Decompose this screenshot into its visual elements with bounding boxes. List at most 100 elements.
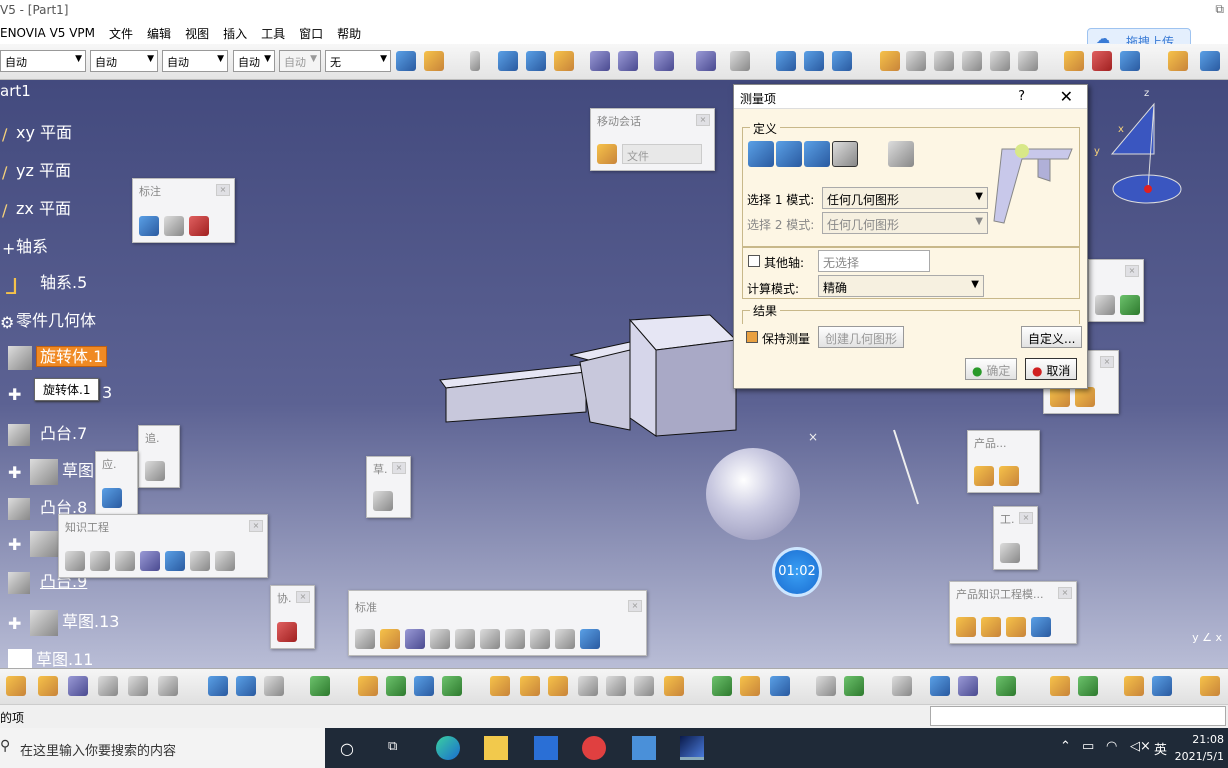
close-icon[interactable]: × <box>1100 356 1114 368</box>
transform-icon[interactable] <box>68 676 88 696</box>
grid-icon[interactable] <box>696 51 716 71</box>
compass-ball-icon[interactable] <box>706 448 800 540</box>
surface-icon[interactable] <box>128 676 148 696</box>
sketch-based-icon[interactable] <box>6 676 26 696</box>
multi-view-icon[interactable] <box>958 676 978 696</box>
measure-between-icon[interactable] <box>748 141 774 167</box>
flag-note-icon[interactable] <box>164 216 184 236</box>
apply-icon[interactable] <box>1124 676 1144 696</box>
help-button[interactable]: ? <box>1018 89 1025 104</box>
hide-show-icon[interactable] <box>1050 676 1070 696</box>
close-icon[interactable]: ✕ <box>1060 87 1073 106</box>
update-icon[interactable] <box>1200 51 1220 71</box>
measure-icon[interactable] <box>892 676 912 696</box>
close-icon[interactable]: × <box>628 600 642 612</box>
3d-annotation-icon[interactable] <box>189 216 209 236</box>
image-icon[interactable] <box>934 51 954 71</box>
point-icon[interactable] <box>470 51 480 71</box>
part-model[interactable] <box>430 310 750 440</box>
normal-view-icon[interactable] <box>930 676 950 696</box>
gear-icon[interactable] <box>1000 543 1020 563</box>
feature-icon[interactable] <box>1075 387 1095 407</box>
close-icon[interactable]: × <box>1019 512 1033 524</box>
close-icon[interactable]: × <box>216 184 230 196</box>
boolean-icon[interactable] <box>98 676 118 696</box>
arc-icon[interactable] <box>498 51 518 71</box>
tree-item-sketch-13[interactable]: ✚ 草图.13 <box>8 608 119 636</box>
snap-grid-icon[interactable] <box>776 51 796 71</box>
menu-help[interactable]: 帮助 <box>337 25 361 42</box>
tree-item-sketch-12[interactable]: ✚ <box>8 531 62 557</box>
swap-space-icon[interactable] <box>1078 676 1098 696</box>
dress-up-icon[interactable] <box>38 676 58 696</box>
help-doc-icon[interactable] <box>1018 51 1038 71</box>
save-icon[interactable] <box>405 629 425 649</box>
copy-icon[interactable] <box>480 629 500 649</box>
database-icon[interactable] <box>1200 676 1220 696</box>
tree-item-part-body[interactable]: ⚙ 零件几何体 <box>0 307 96 332</box>
close-icon[interactable]: × <box>1125 265 1139 277</box>
menu-window[interactable]: 窗口 <box>299 25 323 42</box>
sweep-icon[interactable] <box>526 51 546 71</box>
equivalence-icon[interactable] <box>215 551 235 571</box>
target-icon[interactable] <box>634 676 654 696</box>
layers-icon[interactable] <box>310 676 330 696</box>
collaboration-icon[interactable] <box>277 622 297 642</box>
text-annotation-icon[interactable] <box>139 216 159 236</box>
other-axis-checkbox[interactable] <box>748 255 760 267</box>
close-icon[interactable]: × <box>249 520 263 532</box>
measure-fan-icon[interactable] <box>804 141 830 167</box>
library-icon[interactable] <box>1120 295 1140 315</box>
measure-thickness-icon[interactable] <box>888 141 914 167</box>
app-icon[interactable] <box>582 736 606 760</box>
display-icon[interactable] <box>1152 676 1172 696</box>
tools-icon[interactable] <box>880 51 900 71</box>
relations-icon[interactable] <box>165 551 185 571</box>
scan-icon[interactable] <box>1050 387 1070 407</box>
close-icon[interactable]: × <box>296 591 310 603</box>
comment-icon[interactable] <box>90 551 110 571</box>
menu-enovia[interactable]: ENOVIA V5 VPM <box>0 26 95 40</box>
quick-view-icon[interactable] <box>996 676 1016 696</box>
book-icon[interactable] <box>442 676 462 696</box>
camera-icon[interactable] <box>145 461 165 481</box>
pk-catalog-icon[interactable] <box>1006 617 1026 637</box>
prism-icon[interactable] <box>578 676 598 696</box>
wire-cube-icon[interactable] <box>618 51 638 71</box>
open-icon[interactable] <box>380 629 400 649</box>
cylinder-icon[interactable] <box>548 676 568 696</box>
calc-mode-combo[interactable]: 精确 ▼ <box>818 275 984 297</box>
3d-compass-icon[interactable]: z x y <box>1092 84 1192 208</box>
measure-chain-icon[interactable] <box>776 141 802 167</box>
pk-template-icon[interactable] <box>956 617 976 637</box>
catalog-browser-icon[interactable] <box>1095 295 1115 315</box>
redo-icon[interactable] <box>555 629 575 649</box>
tree-item-pad-7[interactable]: 凸台.7 <box>8 420 87 446</box>
knowledge-icon[interactable] <box>1168 51 1188 71</box>
store-icon[interactable] <box>534 736 558 760</box>
scene-icon[interactable] <box>770 676 790 696</box>
cube-icon[interactable] <box>520 676 540 696</box>
analysis-icon[interactable] <box>236 676 256 696</box>
line-thickness-combo[interactable]: 自动 ▼ <box>90 50 158 72</box>
lock-icon[interactable] <box>190 551 210 571</box>
print-icon[interactable] <box>430 629 450 649</box>
layer-combo[interactable]: 自动 ▼ <box>279 50 321 72</box>
menu-edit[interactable]: 编辑 <box>147 25 171 42</box>
product-icon[interactable] <box>1064 51 1084 71</box>
format-painter-icon[interactable] <box>396 51 416 71</box>
assembly-icon[interactable] <box>1092 51 1112 71</box>
tree-item-yz-plane[interactable]: ∕ yz 平面 <box>2 157 71 182</box>
pencil-icon[interactable] <box>664 676 684 696</box>
catia-icon[interactable] <box>680 736 704 760</box>
tree-root[interactable]: art1 <box>0 82 31 100</box>
material-icon[interactable] <box>740 676 760 696</box>
cortana-icon[interactable]: ○ <box>340 739 354 758</box>
tree-item-xy-plane[interactable]: ∕ xy 平面 <box>2 119 72 144</box>
tree-item-axis-system-5[interactable]: ⅃ 轴系.5 <box>6 269 87 300</box>
recording-timer[interactable]: 01:02 <box>772 547 822 597</box>
tree-item-axis-system[interactable]: +轴系 <box>2 233 48 258</box>
menu-file[interactable]: 文件 <box>109 25 133 42</box>
render-combo[interactable]: 无 ▼ <box>325 50 391 72</box>
pan-icon[interactable] <box>844 676 864 696</box>
